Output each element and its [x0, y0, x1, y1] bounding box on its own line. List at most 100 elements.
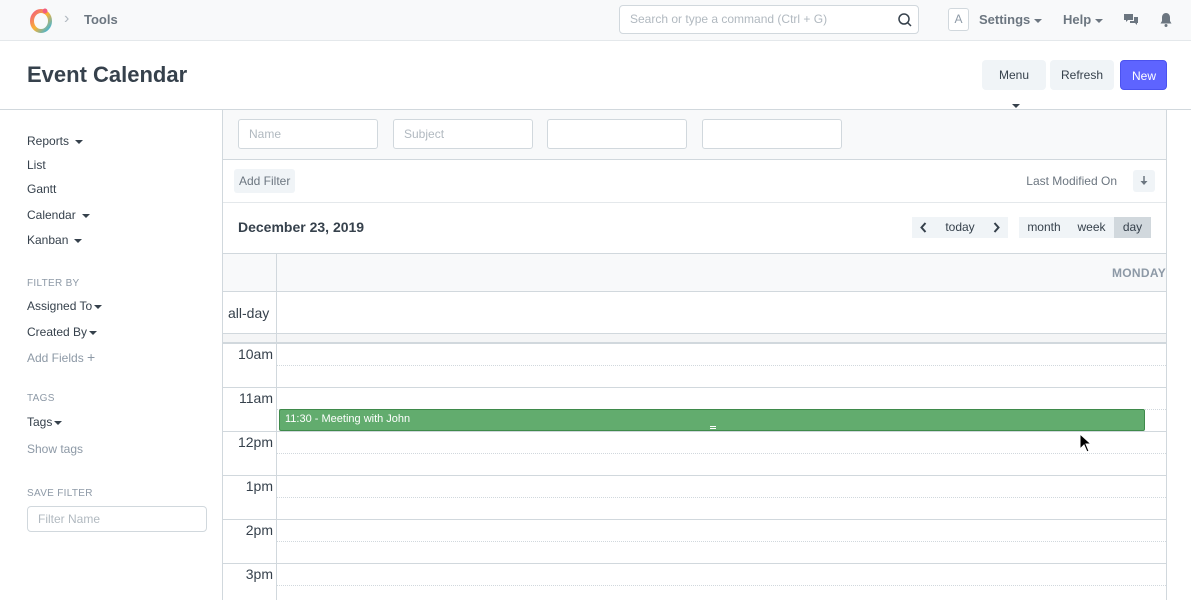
chevron-right-icon	[993, 222, 1000, 233]
today-button[interactable]: today	[935, 217, 985, 238]
sort-by-selector[interactable]: Last Modified On	[1026, 174, 1117, 188]
sidebar-item-label: Calendar	[27, 208, 76, 222]
subject-filter-input[interactable]	[393, 119, 533, 149]
sidebar-item-label: Kanban	[27, 233, 69, 247]
time-slot[interactable]: 11am	[223, 387, 1166, 409]
day-header-monday: MONDAY	[1111, 266, 1166, 280]
calendar-toolbar: December 23, 2019 today month week day	[223, 203, 1166, 253]
caret-down-icon	[94, 304, 103, 309]
mouse-cursor-icon	[1079, 433, 1093, 453]
search-bar[interactable]	[619, 5, 919, 34]
time-label: 12pm	[237, 434, 273, 450]
main-content: Add Filter Last Modified On December 23,…	[222, 110, 1167, 600]
sort-order-button[interactable]	[1133, 170, 1155, 192]
search-icon[interactable]	[897, 12, 913, 28]
caret-down-icon	[1012, 103, 1020, 108]
settings-label: Settings	[979, 12, 1031, 27]
save-filter-heading: SAVE FILTER	[27, 488, 93, 499]
help-dropdown[interactable]: Help	[1063, 12, 1104, 27]
time-slot[interactable]: 3pm	[223, 563, 1166, 585]
time-slot[interactable]: 1pm	[223, 475, 1166, 497]
sidebar-item-reports[interactable]: Reports	[27, 134, 84, 148]
time-slot[interactable]	[276, 585, 1166, 600]
time-label: 2pm	[245, 522, 273, 538]
navbar: › Tools A Settings Help	[0, 0, 1191, 41]
caret-down-icon	[1034, 18, 1043, 23]
month-view-button[interactable]: month	[1019, 217, 1069, 238]
all-day-label: all-day	[228, 305, 270, 321]
time-label: 11am	[239, 390, 273, 406]
menu-button-label: Menu	[998, 68, 1030, 82]
app-logo-icon[interactable]	[29, 7, 53, 33]
filter-input-4[interactable]	[702, 119, 842, 149]
caret-down-icon	[74, 238, 83, 243]
calendar-date-title: December 23, 2019	[238, 219, 365, 235]
resize-handle-icon[interactable]	[710, 426, 716, 429]
day-view-button[interactable]: day	[1114, 217, 1151, 238]
caret-down-icon	[89, 330, 98, 335]
event-time: 11:30	[285, 413, 312, 425]
breadcrumb-tools[interactable]: Tools	[84, 12, 118, 27]
add-fields-label: Add Fields	[27, 351, 84, 365]
filter-input-3[interactable]	[547, 119, 687, 149]
caret-down-icon	[81, 213, 90, 218]
time-slot[interactable]: 12pm	[223, 431, 1166, 453]
help-label: Help	[1063, 12, 1092, 27]
show-tags-link[interactable]: Show tags	[27, 442, 83, 456]
calendar-event[interactable]: 11:30 - Meeting with John	[279, 409, 1145, 431]
tags-heading: TAGS	[27, 393, 55, 404]
sidebar-item-label: Reports	[27, 134, 70, 148]
week-view-button[interactable]: week	[1069, 217, 1114, 238]
tags-label: Tags	[27, 415, 53, 429]
sidebar-item-list[interactable]: List	[27, 158, 46, 172]
breadcrumb-chevron-icon: ›	[64, 10, 70, 27]
refresh-button[interactable]: Refresh	[1050, 60, 1115, 90]
time-slot[interactable]: 10am	[223, 343, 1166, 365]
time-label: 3pm	[245, 566, 273, 582]
search-input[interactable]	[630, 12, 890, 26]
filter-name-input[interactable]	[27, 506, 207, 532]
prev-button[interactable]	[912, 217, 935, 238]
all-day-row[interactable]: all-day	[223, 292, 1166, 334]
time-slot[interactable]	[276, 541, 1166, 563]
filter-by-heading: FILTER BY	[27, 278, 80, 289]
assigned-to-filter[interactable]: Assigned To	[27, 299, 103, 313]
sidebar-item-calendar[interactable]: Calendar	[27, 208, 90, 222]
page-title: Event Calendar	[27, 62, 188, 87]
event-title: Meeting with John	[321, 413, 411, 425]
time-slot[interactable]	[276, 453, 1166, 475]
chevron-left-icon	[920, 222, 927, 233]
standard-filters	[223, 110, 1166, 160]
created-by-filter[interactable]: Created By	[27, 325, 98, 339]
settings-dropdown[interactable]: Settings	[979, 12, 1043, 27]
notification-bell-icon[interactable]	[1158, 12, 1174, 28]
all-day-divider	[223, 334, 1166, 343]
day-header-row: MONDAY	[223, 253, 1166, 292]
caret-down-icon	[75, 139, 84, 144]
add-filter-button[interactable]: Add Filter	[234, 169, 296, 193]
caret-down-icon	[54, 420, 63, 425]
time-slot[interactable]: 2pm	[223, 519, 1166, 541]
time-slot[interactable]	[276, 497, 1166, 519]
sort-descending-icon	[1140, 176, 1148, 185]
time-slot[interactable]	[276, 365, 1166, 387]
time-label: 10am	[237, 346, 273, 362]
time-axis-divider	[276, 253, 277, 600]
sidebar-item-gantt[interactable]: Gantt	[27, 182, 56, 196]
next-button[interactable]	[985, 217, 1008, 238]
assigned-to-label: Assigned To	[27, 299, 93, 313]
filter-bar: Add Filter Last Modified On	[223, 160, 1166, 203]
name-filter-input[interactable]	[238, 119, 378, 149]
new-button[interactable]: New	[1120, 60, 1167, 90]
add-fields-button[interactable]: Add Fields +	[27, 349, 95, 365]
chat-icon[interactable]	[1123, 12, 1139, 28]
plus-icon: +	[87, 349, 96, 365]
avatar[interactable]: A	[948, 8, 969, 31]
calendar-day-grid: MONDAY all-day 10am 11am 12pm 1pm 2pm 3p…	[223, 253, 1166, 600]
caret-down-icon	[1095, 18, 1104, 23]
menu-button[interactable]: Menu	[982, 60, 1046, 108]
time-label: 1pm	[245, 478, 273, 494]
tags-filter[interactable]: Tags	[27, 415, 63, 429]
created-by-label: Created By	[27, 325, 88, 339]
sidebar-item-kanban[interactable]: Kanban	[27, 233, 83, 247]
